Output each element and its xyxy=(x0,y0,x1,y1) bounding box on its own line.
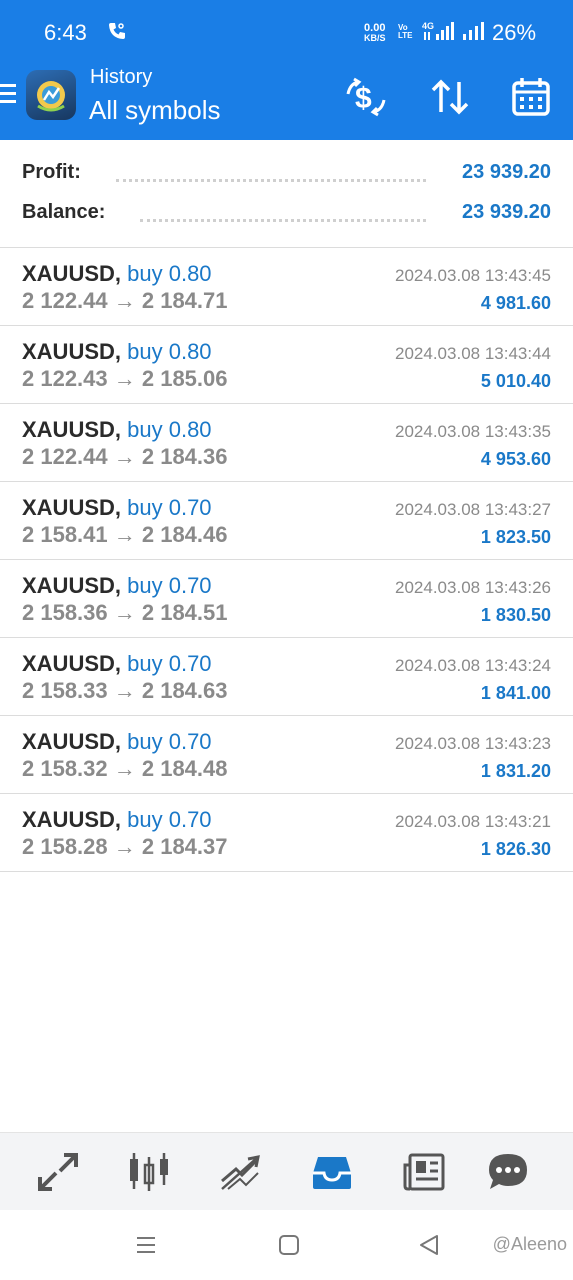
trade-prices: 2 158.33 → 2 184.63 xyxy=(22,678,228,703)
trade-row[interactable]: XAUUSD, buy 0.80 2 122.44 → 2 184.71 202… xyxy=(0,248,573,326)
app-bar: History All symbols $ xyxy=(0,62,573,140)
symbol-name: XAUUSD, xyxy=(22,807,122,832)
chat-icon[interactable] xyxy=(486,1151,530,1193)
balance-leader xyxy=(140,219,426,222)
trade-side: buy 0.70 xyxy=(127,651,212,676)
network-type-label: 4G xyxy=(422,21,434,31)
profit-leader xyxy=(116,179,426,182)
trade-time: 2024.03.08 13:43:23 xyxy=(395,734,551,753)
trade-side: buy 0.80 xyxy=(127,339,212,364)
profit-row: Profit: 23 939.20 xyxy=(22,161,551,191)
trade-prices: 2 122.44 → 2 184.36 xyxy=(22,444,228,469)
trade-prices: 2 158.36 → 2 184.51 xyxy=(22,600,228,625)
symbol-name: XAUUSD, xyxy=(22,651,122,676)
chart-icon[interactable] xyxy=(127,1151,171,1193)
balance-label: Balance: xyxy=(22,201,106,223)
trade-symbol: XAUUSD, buy 0.70 xyxy=(22,573,212,599)
system-nav-bar: @Aleeno xyxy=(0,1210,573,1280)
trade-profit: 1 841.00 xyxy=(480,683,551,703)
trade-row[interactable]: XAUUSD, buy 0.70 2 158.36 → 2 184.51 202… xyxy=(0,560,573,638)
trade-prices: 2 122.43 → 2 185.06 xyxy=(22,366,228,391)
trade-row[interactable]: XAUUSD, buy 0.80 2 122.44 → 2 184.36 202… xyxy=(0,404,573,482)
call-icon xyxy=(106,20,128,47)
symbol-name: XAUUSD, xyxy=(22,573,122,598)
symbol-name: XAUUSD, xyxy=(22,417,122,442)
trade-row[interactable]: XAUUSD, buy 0.70 2 158.28 → 2 184.37 202… xyxy=(0,794,573,872)
symbol-name: XAUUSD, xyxy=(22,495,122,520)
symbol-name: XAUUSD, xyxy=(22,261,122,286)
trade-side: buy 0.70 xyxy=(127,807,212,832)
menu-icon[interactable] xyxy=(0,84,18,108)
battery-percent: 26% xyxy=(492,20,537,45)
news-icon[interactable] xyxy=(402,1151,446,1193)
trade-symbol: XAUUSD, buy 0.70 xyxy=(22,495,212,521)
volte-indicator: Vo LTE xyxy=(398,23,413,40)
trade-profit: 4 953.60 xyxy=(480,449,551,469)
trade-symbol: XAUUSD, buy 0.80 xyxy=(22,339,212,365)
trade-profit: 1 823.50 xyxy=(480,527,551,547)
trade-time: 2024.03.08 13:43:35 xyxy=(395,422,551,441)
quotes-icon[interactable] xyxy=(36,1151,80,1193)
symbol-filter[interactable]: All symbols xyxy=(89,95,220,126)
trade-symbol: XAUUSD, buy 0.80 xyxy=(22,417,212,443)
trade-time: 2024.03.08 13:43:27 xyxy=(395,500,551,519)
trade-icon[interactable] xyxy=(218,1151,262,1193)
trade-time: 2024.03.08 13:43:26 xyxy=(395,578,551,597)
trade-row[interactable]: XAUUSD, buy 0.80 2 122.43 → 2 185.06 202… xyxy=(0,326,573,404)
trade-profit: 1 830.50 xyxy=(480,605,551,625)
page-title: History xyxy=(90,66,153,88)
trade-time: 2024.03.08 13:43:24 xyxy=(395,656,551,675)
trade-symbol: XAUUSD, buy 0.70 xyxy=(22,807,212,833)
balance-value: 23 939.20 xyxy=(462,201,551,223)
back-icon[interactable] xyxy=(418,1234,440,1261)
trade-prices: 2 158.32 → 2 184.48 xyxy=(22,756,228,781)
trade-profit: 1 831.20 xyxy=(480,761,551,781)
dollar-period-icon[interactable]: $ xyxy=(344,76,388,118)
profit-value: 23 939.20 xyxy=(462,161,551,183)
calendar-icon[interactable] xyxy=(510,76,554,118)
trade-prices: 2 158.28 → 2 184.37 xyxy=(22,834,228,859)
status-time: 6:43 xyxy=(44,20,87,45)
trade-time: 2024.03.08 13:43:21 xyxy=(395,812,551,831)
trade-symbol: XAUUSD, buy 0.70 xyxy=(22,729,212,755)
trade-row[interactable]: XAUUSD, buy 0.70 2 158.41 → 2 184.46 202… xyxy=(0,482,573,560)
trade-symbol: XAUUSD, buy 0.80 xyxy=(22,261,212,287)
sort-icon[interactable] xyxy=(428,76,472,118)
trade-prices: 2 122.44 → 2 184.71 xyxy=(22,288,228,313)
trade-list: XAUUSD, buy 0.80 2 122.44 → 2 184.71 202… xyxy=(0,248,573,872)
trade-symbol: XAUUSD, buy 0.70 xyxy=(22,651,212,677)
trade-side: buy 0.70 xyxy=(127,495,212,520)
net-speed: 0.00 KB/S xyxy=(364,23,386,43)
trade-side: buy 0.80 xyxy=(127,261,212,286)
signal-4g-icon: 4G xyxy=(422,20,458,47)
watermark: @Aleeno xyxy=(492,1234,567,1254)
trade-time: 2024.03.08 13:43:45 xyxy=(395,266,551,285)
trade-time: 2024.03.08 13:43:44 xyxy=(395,344,551,363)
status-bar: 6:43 0.00 KB/S Vo LTE 4G 26% xyxy=(0,0,573,62)
trade-profit: 4 981.60 xyxy=(480,293,551,313)
trade-row[interactable]: XAUUSD, buy 0.70 2 158.33 → 2 184.63 202… xyxy=(0,638,573,716)
trade-side: buy 0.70 xyxy=(127,573,212,598)
net-speed-unit: KB/S xyxy=(364,33,386,43)
home-icon[interactable] xyxy=(278,1234,300,1261)
svg-text:$: $ xyxy=(355,82,372,115)
trade-row[interactable]: XAUUSD, buy 0.70 2 158.32 → 2 184.48 202… xyxy=(0,716,573,794)
summary-panel: Profit: 23 939.20 Balance: 23 939.20 xyxy=(0,140,573,248)
signal-icon xyxy=(462,20,488,47)
trade-profit: 5 010.40 xyxy=(480,371,551,391)
profit-label: Profit: xyxy=(22,161,81,183)
history-icon[interactable] xyxy=(310,1151,354,1193)
trade-side: buy 0.70 xyxy=(127,729,212,754)
symbol-name: XAUUSD, xyxy=(22,729,122,754)
trade-prices: 2 158.41 → 2 184.46 xyxy=(22,522,228,547)
app-logo xyxy=(26,70,76,120)
symbol-name: XAUUSD, xyxy=(22,339,122,364)
bottom-nav xyxy=(0,1132,573,1211)
balance-row: Balance: 23 939.20 xyxy=(22,201,551,231)
trade-side: buy 0.80 xyxy=(127,417,212,442)
trade-profit: 1 826.30 xyxy=(480,839,551,859)
recents-icon[interactable] xyxy=(135,1234,157,1261)
